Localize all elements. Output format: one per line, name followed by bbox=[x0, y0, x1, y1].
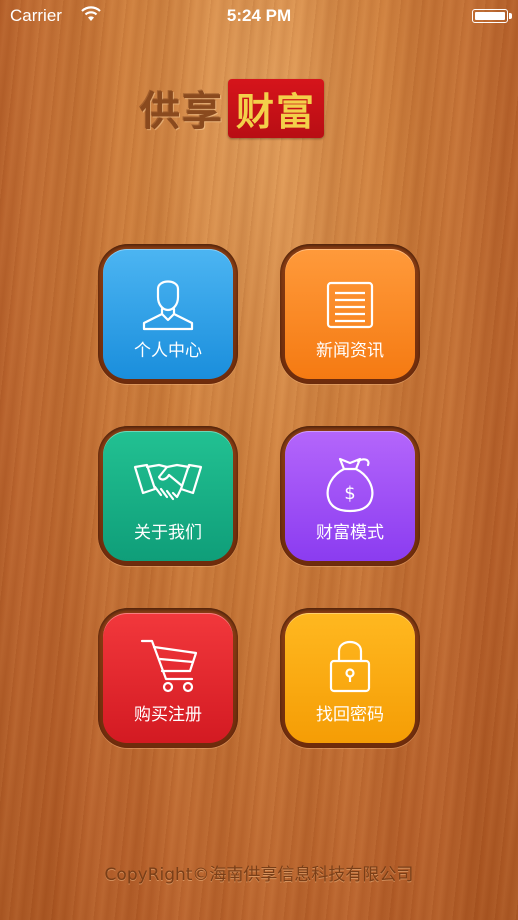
recover-password-label: 找回密码 bbox=[316, 705, 384, 725]
svg-text:$: $ bbox=[344, 483, 355, 504]
app-logo: 供享 财富 bbox=[140, 78, 325, 138]
personal-center-label: 个人中心 bbox=[134, 341, 202, 361]
buy-register-button[interactable]: 购买注册 bbox=[103, 613, 233, 743]
lock-icon bbox=[329, 640, 371, 693]
clock: 5:24 PM bbox=[226, 6, 292, 25]
about-us-button[interactable]: 关于我们 bbox=[103, 431, 233, 561]
tile-frame-about-us: 关于我们 bbox=[98, 426, 238, 566]
recover-password-button[interactable]: 找回密码 bbox=[285, 613, 415, 743]
user-icon bbox=[142, 280, 194, 331]
status-bar: Carrier 5:24 PM bbox=[0, 0, 518, 34]
about-us-label: 关于我们 bbox=[134, 523, 202, 543]
logo-text-left: 供享 bbox=[140, 88, 224, 135]
copyright-footer: CopyRight©海南供享信息科技有限公司 bbox=[104, 865, 414, 885]
personal-center-button[interactable]: 个人中心 bbox=[103, 249, 233, 379]
handshake-icon bbox=[133, 463, 203, 501]
shopping-cart-icon bbox=[140, 639, 198, 693]
news-label: 新闻资讯 bbox=[316, 341, 384, 361]
newspaper-icon bbox=[326, 281, 374, 329]
tile-frame-recover-password: 找回密码 bbox=[280, 608, 420, 748]
tile-frame-personal-center: 个人中心 bbox=[98, 244, 238, 384]
money-bag-icon: $ bbox=[326, 457, 374, 513]
buy-register-label: 购买注册 bbox=[134, 705, 202, 725]
tile-frame-wealth-mode: $ 财富模式 bbox=[280, 426, 420, 566]
tile-frame-news: 新闻资讯 bbox=[280, 244, 420, 384]
wealth-mode-button[interactable]: $ 财富模式 bbox=[285, 431, 415, 561]
news-button[interactable]: 新闻资讯 bbox=[285, 249, 415, 379]
battery-icon bbox=[472, 9, 512, 23]
logo-text-right: 财富 bbox=[228, 78, 325, 138]
tile-frame-buy-register: 购买注册 bbox=[98, 608, 238, 748]
wealth-mode-label: 财富模式 bbox=[316, 523, 384, 543]
